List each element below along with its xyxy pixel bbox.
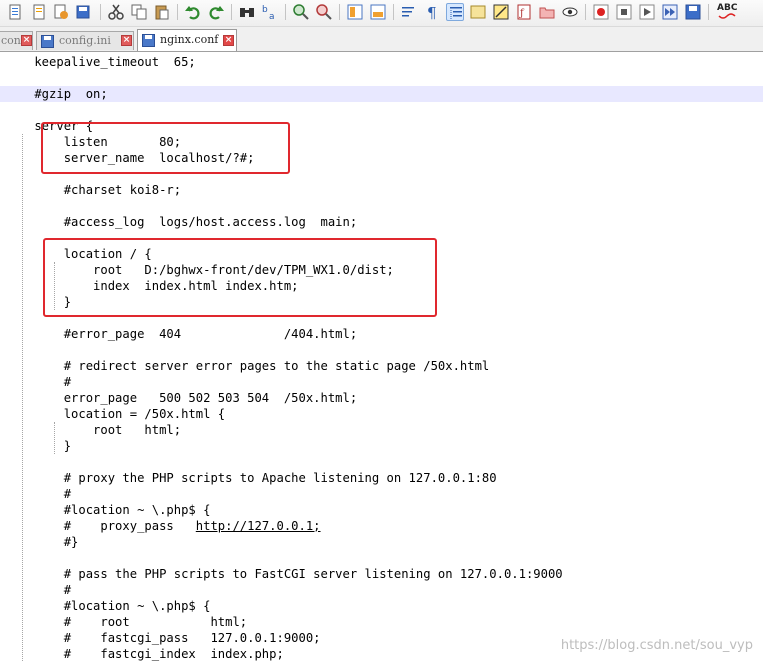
code-line[interactable]: root html;	[0, 422, 763, 438]
code-line[interactable]: }	[0, 438, 763, 454]
run-macro-multiple-icon[interactable]	[661, 3, 679, 21]
file-saved-icon	[41, 35, 54, 48]
separator	[393, 4, 394, 20]
show-all-chars-icon[interactable]: ¶	[423, 3, 441, 21]
tab-label: nginx.conf	[160, 33, 219, 46]
code-line[interactable]: # root html;	[0, 614, 763, 630]
highlight-box-listen	[41, 122, 290, 174]
stop-recording-icon[interactable]	[615, 3, 633, 21]
code-line[interactable]: # redirect server error pages to the sta…	[0, 358, 763, 374]
zoom-in-icon[interactable]	[292, 3, 310, 21]
svg-text:¶: ¶	[427, 4, 437, 21]
copy-icon[interactable]	[130, 3, 148, 21]
code-line[interactable]: # pass the PHP scripts to FastCGI server…	[0, 566, 763, 582]
code-line[interactable]: #charset koi8-r;	[0, 182, 763, 198]
tab-bar: conf × config.ini × nginx.conf ×	[0, 27, 763, 52]
open-file-icon[interactable]	[30, 3, 48, 21]
svg-text:b: b	[262, 5, 268, 15]
code-line[interactable]	[0, 70, 763, 86]
code-line[interactable]: # proxy the PHP scripts to Apache listen…	[0, 470, 763, 486]
find-icon[interactable]	[238, 3, 256, 21]
paste-icon[interactable]	[153, 3, 171, 21]
code-line[interactable]: #gzip on;	[0, 86, 763, 102]
tab-config-ini[interactable]: config.ini ×	[36, 31, 134, 50]
document-map-icon[interactable]	[492, 3, 510, 21]
code-line[interactable]	[0, 550, 763, 566]
tab-nginx-conf[interactable]: nginx.conf ×	[137, 29, 237, 51]
new-file-icon[interactable]	[6, 3, 24, 21]
tab-label: config.ini	[59, 34, 111, 47]
monitoring-icon[interactable]	[561, 3, 579, 21]
code-line[interactable]: #}	[0, 534, 763, 550]
code-line[interactable]: #location ~ \.php$ {	[0, 502, 763, 518]
sync-horizontal-icon[interactable]	[369, 3, 387, 21]
code-line[interactable]: #	[0, 374, 763, 390]
code-line[interactable]	[0, 342, 763, 358]
watermark: https://blog.csdn.net/sou_vyp	[560, 638, 753, 653]
indent-guide	[54, 422, 55, 454]
code-line[interactable]: #	[0, 486, 763, 502]
redo-icon[interactable]	[207, 3, 225, 21]
code-line[interactable]	[0, 198, 763, 214]
code-line[interactable]: location = /50x.html {	[0, 406, 763, 422]
code-editor[interactable]: keepalive_timeout 65; #gzip on; server {…	[0, 52, 763, 661]
separator	[339, 4, 340, 20]
indent-guide	[22, 134, 23, 661]
url-link[interactable]: http://127.0.0.1;	[196, 519, 321, 533]
save-macro-icon[interactable]	[684, 3, 702, 21]
code-line[interactable]: #access_log logs/host.access.log main;	[0, 214, 763, 230]
tab-conf[interactable]: conf ×	[0, 31, 33, 50]
record-macro-icon[interactable]	[592, 3, 610, 21]
spell-check-icon[interactable]: ABC	[716, 3, 738, 21]
separator	[285, 4, 286, 20]
function-list-icon[interactable]: ƒ	[515, 3, 533, 21]
tab-close-icon[interactable]: ×	[21, 35, 32, 46]
code-line[interactable]: #error_page 404 /404.html;	[0, 326, 763, 342]
word-wrap-icon[interactable]	[400, 3, 418, 21]
separator	[585, 4, 586, 20]
code-line[interactable]: #	[0, 582, 763, 598]
code-line[interactable]: # proxy_pass http://127.0.0.1;	[0, 518, 763, 534]
svg-text:a: a	[269, 12, 275, 21]
undo-icon[interactable]	[184, 3, 202, 21]
separator	[708, 4, 709, 20]
highlight-box-location	[43, 238, 437, 317]
separator	[177, 4, 178, 20]
tab-close-icon[interactable]: ×	[223, 35, 234, 46]
file-saved-icon	[142, 34, 155, 47]
code-line[interactable]	[0, 454, 763, 470]
sync-vertical-icon[interactable]	[346, 3, 364, 21]
user-defined-language-icon[interactable]	[469, 3, 487, 21]
replace-icon[interactable]: ba	[261, 3, 279, 21]
folder-as-workspace-icon[interactable]	[538, 3, 556, 21]
code-line[interactable]: keepalive_timeout 65;	[0, 54, 763, 70]
indent-guide-icon[interactable]	[446, 3, 464, 21]
spell-check-label: ABC	[717, 3, 738, 13]
save-all-icon[interactable]	[74, 3, 92, 21]
tab-close-icon[interactable]: ×	[121, 35, 132, 46]
separator	[100, 4, 101, 20]
playback-macro-icon[interactable]	[638, 3, 656, 21]
code-line[interactable]: error_page 500 502 503 504 /50x.html;	[0, 390, 763, 406]
save-icon[interactable]	[52, 3, 70, 21]
code-line[interactable]: #location ~ \.php$ {	[0, 598, 763, 614]
code-line[interactable]	[0, 102, 763, 118]
toolbar: ba ¶ ƒ ABC	[0, 0, 763, 27]
zoom-out-icon[interactable]	[315, 3, 333, 21]
cut-icon[interactable]	[107, 3, 125, 21]
separator	[231, 4, 232, 20]
